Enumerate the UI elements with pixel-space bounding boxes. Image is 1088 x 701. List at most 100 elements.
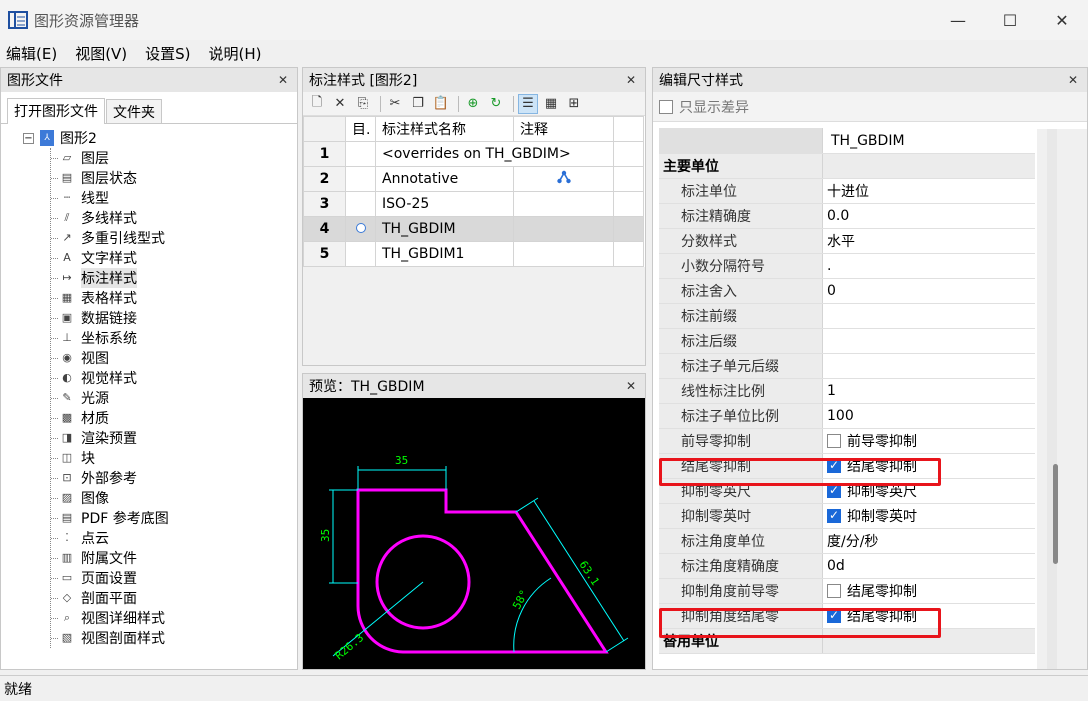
list-view-icon[interactable]: ☰ [518,93,538,114]
property-value[interactable]: 前导零抑制 [823,429,1035,453]
collapse-icon[interactable]: − [23,132,34,144]
property-value[interactable] [823,304,1035,328]
property-value[interactable]: 度/分/秒 [823,529,1035,553]
tree-item[interactable]: ◐ 视觉样式 [51,368,297,388]
table-row[interactable]: 5 TH_GBDIM1 [303,241,644,267]
table-row[interactable]: 2 Annotative [303,166,644,192]
tree-view-icon[interactable]: ⊞ [564,94,584,114]
property-row[interactable]: 抑制零英吋 抑制零英吋 [659,504,1035,529]
paste-icon[interactable]: 📋 [431,94,451,114]
tree-item[interactable]: ▩ 材质 [51,408,297,428]
col-annotative[interactable]: 注释 [513,116,614,142]
cut-icon[interactable]: ✂ [385,94,405,114]
tree-item[interactable]: ◇ 剖面平面 [51,588,297,608]
property-value[interactable]: 十进位 [823,179,1035,203]
scrollbar[interactable] [1037,129,1087,669]
tree-item[interactable]: ▦ 表格样式 [51,288,297,308]
property-value[interactable] [823,354,1035,378]
category-row[interactable]: 主要单位 [659,154,1035,179]
tree-root[interactable]: − ⅄ 图形2 [1,128,297,148]
property-checkbox[interactable] [827,508,841,523]
tree-item[interactable]: ◨ 渲染预置 [51,428,297,448]
property-row[interactable]: 小数分隔符号. [659,254,1035,279]
close-icon[interactable]: ✕ [1065,73,1081,87]
tree-item[interactable]: ▣ 数据链接 [51,308,297,328]
scrollbar-thumb[interactable] [1053,464,1058,564]
property-checkbox[interactable] [827,434,841,448]
property-value[interactable] [823,329,1035,353]
menu-edit[interactable]: 编辑(E) [6,43,57,64]
tree-item[interactable]: ⊥ 坐标系统 [51,328,297,348]
property-value[interactable]: 1 [823,379,1035,403]
show-diff-checkbox[interactable] [659,99,673,114]
table-row[interactable]: 4 TH_GBDIM [303,216,644,242]
icon-view-icon[interactable]: ▦ [541,94,561,114]
property-value[interactable]: 水平 [823,229,1035,253]
tree-item[interactable]: ▧ 视图剖面样式 [51,628,297,648]
property-row[interactable]: 前导零抑制 前导零抑制 [659,429,1035,454]
refresh-icon[interactable]: ↻ [486,94,506,114]
minimize-button[interactable]: — [932,0,984,40]
col-name[interactable]: 标注样式名称 [375,116,514,142]
property-row[interactable]: 标注精确度 0.0 [659,204,1035,229]
styles-table: 目. 标注样式名称 注释 1 <overrides on TH_GBDIM> 2… [303,116,644,267]
tree-item[interactable]: ▤ PDF 参考底图 [51,508,297,528]
property-row[interactable]: 标注后缀 [659,329,1035,354]
tree-item[interactable]: ⫽ 多线样式 [51,208,297,228]
tree-item-label: 视图详细样式 [81,611,165,627]
tree-item[interactable]: A 文字样式 [51,248,297,268]
tree-item[interactable]: ▨ 图像 [51,488,297,508]
close-button[interactable]: ✕ [1036,0,1088,40]
tree-item[interactable]: ┄ 线型 [51,188,297,208]
close-icon[interactable]: ✕ [275,73,291,87]
table-row[interactable]: 3 ISO-25 [303,191,644,217]
property-row[interactable]: 标注角度精确度 0d [659,554,1035,579]
property-value[interactable]: 0.0 [823,204,1035,228]
tree-item[interactable]: ⌕ 视图详细样式 [51,608,297,628]
tree-item[interactable]: ▭ 页面设置 [51,568,297,588]
property-row[interactable]: 标注前缀 [659,304,1035,329]
property-row[interactable]: 分数样式 水平 [659,229,1035,254]
property-row[interactable]: 标注子单元后缀 [659,354,1035,379]
tree-item[interactable]: ↗ 多重引线型式 [51,228,297,248]
tab-open-drawings[interactable]: 打开图形文件 [7,98,105,124]
tree-item[interactable]: ↦ 标注样式 [51,268,297,288]
tab-folder[interactable]: 文件夹 [106,99,162,123]
property-value[interactable]: . [823,254,1035,278]
new-icon[interactable]: 🗋 [307,94,327,114]
property-checkbox[interactable] [827,483,841,498]
property-value[interactable]: 0d [823,554,1035,578]
close-icon[interactable]: ✕ [623,379,639,393]
property-row[interactable]: 标注角度单位 度/分/秒 [659,529,1035,554]
maximize-button[interactable]: ☐ [984,0,1036,40]
tree-item[interactable]: ✎ 光源 [51,388,297,408]
table-row[interactable]: 1 <overrides on TH_GBDIM> [303,141,644,167]
menu-view[interactable]: 视图(V) [75,43,127,64]
property-row[interactable]: 标注单位 十进位 [659,179,1035,204]
col-current[interactable]: 目. [345,116,376,142]
set-current-icon[interactable]: ⊕ [463,94,483,114]
tree-item[interactable]: ◉ 视图 [51,348,297,368]
tree-item[interactable]: ⊡ 外部参考 [51,468,297,488]
property-row[interactable]: 标注子单位比例 100 [659,404,1035,429]
tree-item[interactable]: ⁚ 点云 [51,528,297,548]
menu-help[interactable]: 说明(H) [209,43,262,64]
pdf-underlay-icon: ▤ [61,511,73,524]
delete-icon[interactable]: ✕ [330,94,350,114]
copy-file-icon[interactable]: ⎘ [353,94,373,114]
property-value[interactable]: 抑制零英吋 [823,504,1035,528]
menu-settings[interactable]: 设置S) [145,43,190,64]
tree-item[interactable]: ▥ 附属文件 [51,548,297,568]
copy-icon[interactable]: ❐ [408,94,428,114]
tree-item[interactable]: ▤ 图层状态 [51,168,297,188]
tree-item[interactable]: ◫ 块 [51,448,297,468]
property-value[interactable]: 结尾零抑制 [823,579,1035,603]
property-row[interactable]: 抑制角度前导零 结尾零抑制 [659,579,1035,604]
property-row[interactable]: 标注舍入 0 [659,279,1035,304]
tree-item[interactable]: ▱ 图层 [51,148,297,168]
property-value[interactable]: 100 [823,404,1035,428]
property-checkbox[interactable] [827,584,841,598]
close-icon[interactable]: ✕ [623,73,639,87]
property-row[interactable]: 线性标注比例 1 [659,379,1035,404]
property-value[interactable]: 0 [823,279,1035,303]
